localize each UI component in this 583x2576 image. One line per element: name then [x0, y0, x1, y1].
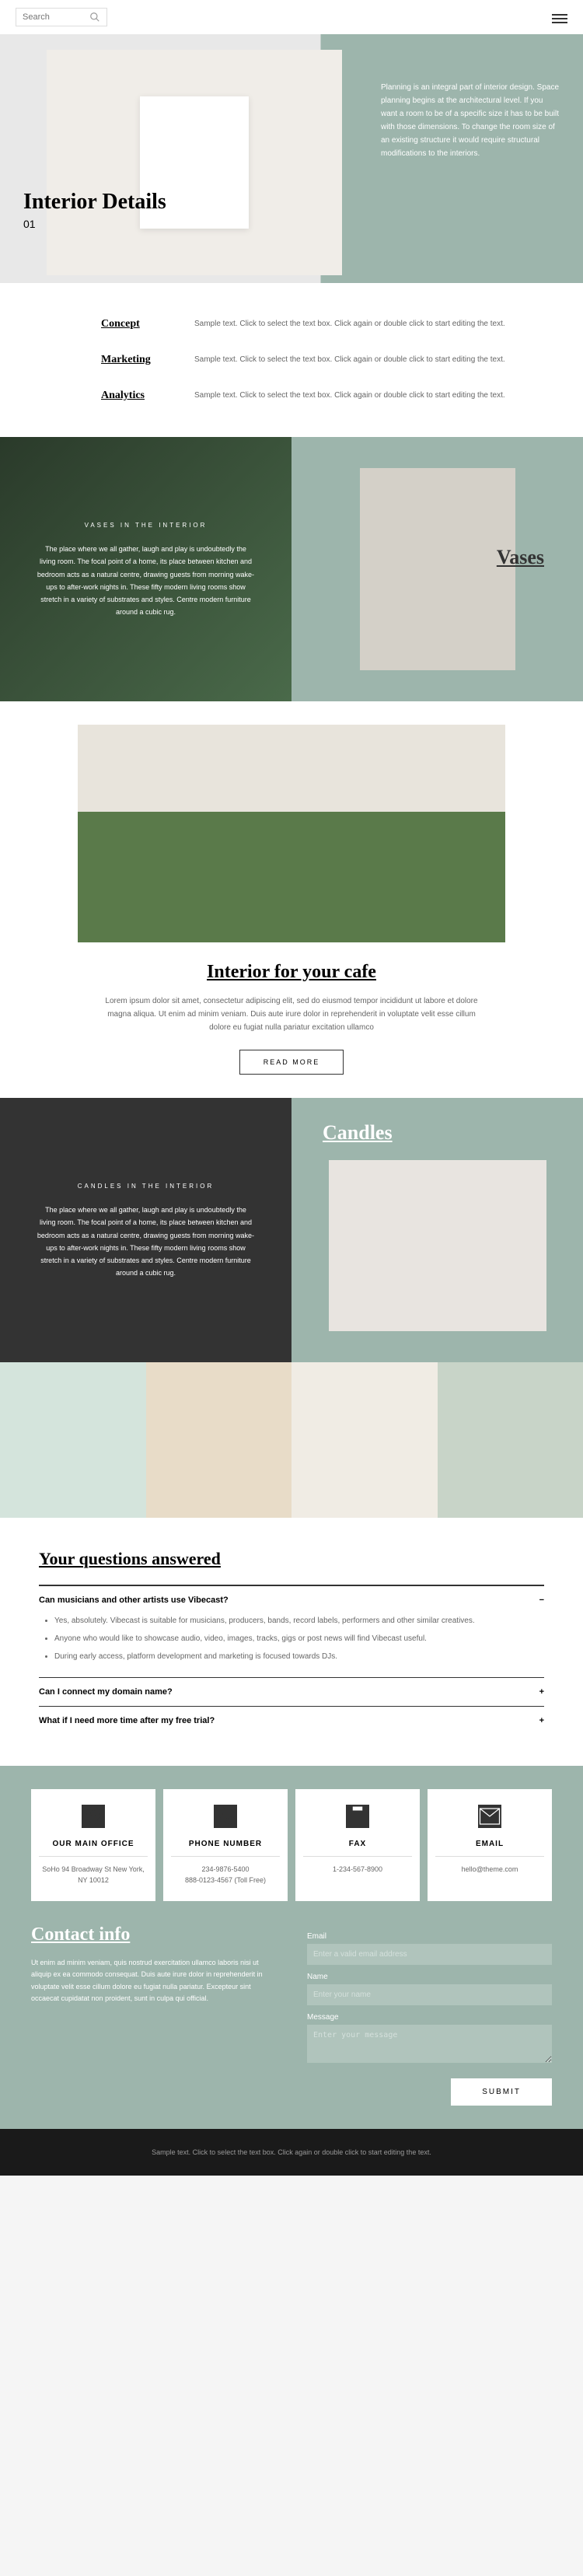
contact-text: Ut enim ad minim veniam, quis nostrud ex… — [31, 1957, 276, 2005]
faq-section: Your questions answered Can musicians an… — [0, 1518, 583, 1766]
message-field[interactable] — [307, 2025, 552, 2063]
name-label: Name — [307, 1973, 552, 1981]
hero-text: Planning is an integral part of interior… — [381, 81, 560, 160]
location-icon — [82, 1805, 105, 1828]
plus-icon: + — [539, 1716, 544, 1725]
menu-icon[interactable] — [552, 12, 567, 23]
vases-title[interactable]: Vases — [497, 546, 544, 569]
minus-icon: − — [539, 1596, 544, 1605]
candles-text: The place where we all gather, laugh and… — [37, 1204, 255, 1279]
cafe-image — [78, 725, 505, 942]
candles-section: CANDLES IN THE INTERIOR The place where w… — [0, 1098, 583, 1362]
search-icon — [89, 12, 100, 23]
gallery-image — [292, 1362, 438, 1518]
contact-form: Email Name Message SUBMIT — [307, 1924, 552, 2106]
gallery-section — [0, 1362, 583, 1518]
gallery-image — [438, 1362, 583, 1518]
hero-title: Interior Details — [23, 190, 166, 215]
contact-section: OUR MAIN OFFICESoHo 94 Broadway St New Y… — [0, 1766, 583, 2129]
faq-question[interactable]: Can I connect my domain name?+ — [39, 1687, 544, 1697]
cafe-title: Interior for your cafe — [39, 962, 544, 983]
email-label: Email — [307, 1932, 552, 1941]
message-label: Message — [307, 2013, 552, 2022]
submit-button[interactable]: SUBMIT — [451, 2078, 552, 2106]
email-icon — [478, 1805, 501, 1828]
faq-question[interactable]: What if I need more time after my free t… — [39, 1716, 544, 1725]
contact-card-office: OUR MAIN OFFICESoHo 94 Broadway St New Y… — [31, 1789, 155, 1901]
concept-title[interactable]: Marketing — [101, 354, 194, 366]
email-field[interactable] — [307, 1944, 552, 1965]
plus-icon: + — [539, 1687, 544, 1697]
vases-text: The place where we all gather, laugh and… — [37, 543, 255, 618]
fax-icon — [346, 1805, 369, 1828]
contact-card-fax: FAX1-234-567-8900 — [295, 1789, 420, 1901]
hero-number: 01 — [23, 218, 166, 230]
concept-text: Sample text. Click to select the text bo… — [194, 354, 544, 366]
faq-question[interactable]: Can musicians and other artists use Vibe… — [39, 1596, 544, 1605]
candles-label: CANDLES IN THE INTERIOR — [37, 1181, 255, 1192]
cafe-section: ‹ › Interior for your cafe Lorem ipsum d… — [0, 701, 583, 1098]
concept-title[interactable]: Concept — [101, 318, 194, 330]
candles-title[interactable]: Candles — [323, 1121, 393, 1145]
faq-answer: Yes, absolutely. Vibecast is suitable fo… — [39, 1614, 544, 1663]
carousel-next[interactable]: › — [521, 822, 544, 845]
contact-card-email: EMAILhello@theme.com — [428, 1789, 552, 1901]
hero-image — [47, 50, 342, 275]
carousel-prev[interactable]: ‹ — [39, 822, 62, 845]
concepts-section: ConceptSample text. Click to select the … — [0, 283, 583, 437]
cafe-text: Lorem ipsum dolor sit amet, consectetur … — [97, 994, 486, 1034]
concept-text: Sample text. Click to select the text bo… — [194, 318, 544, 330]
vases-label: VASES IN THE INTERIOR — [37, 520, 255, 531]
read-more-button[interactable]: READ MORE — [239, 1050, 344, 1075]
concept-text: Sample text. Click to select the text bo… — [194, 390, 544, 402]
gallery-image — [0, 1362, 146, 1518]
gallery-image — [146, 1362, 292, 1518]
vases-section: VASES IN THE INTERIOR The place where we … — [0, 437, 583, 701]
concept-title[interactable]: Analytics — [101, 390, 194, 402]
name-field[interactable] — [307, 1984, 552, 2005]
contact-title: Contact info — [31, 1924, 276, 1945]
search-input[interactable] — [23, 12, 85, 22]
candle-image — [329, 1160, 546, 1331]
hero-section: Interior Details 01 Planning is an integ… — [0, 34, 583, 283]
vase-image — [360, 468, 515, 670]
search-box[interactable] — [16, 8, 107, 26]
phone-icon — [214, 1805, 237, 1828]
footer: Sample text. Click to select the text bo… — [0, 2129, 583, 2176]
contact-card-phone: PHONE NUMBER234-9876-5400 888-0123-4567 … — [163, 1789, 288, 1901]
faq-title: Your questions answered — [39, 1549, 544, 1569]
